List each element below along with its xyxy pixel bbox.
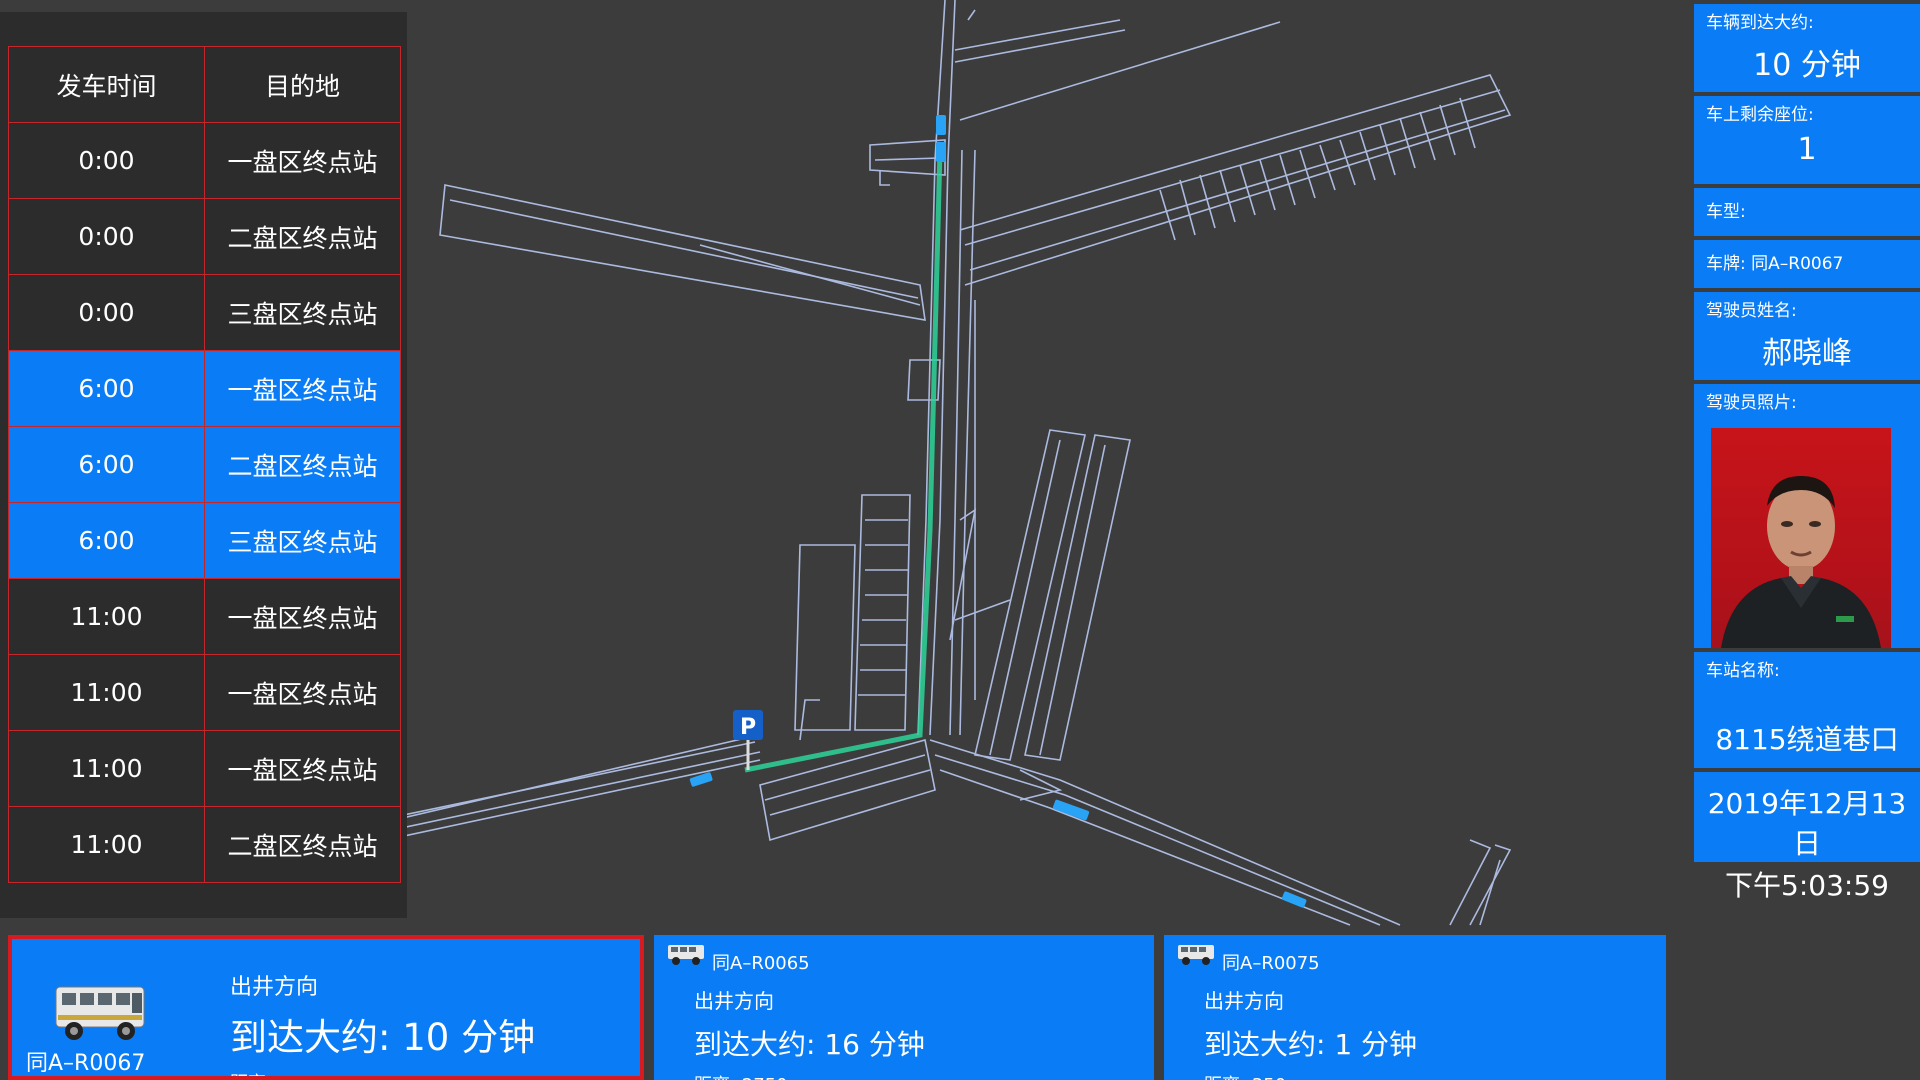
bus-distance: 距离: 2750 bbox=[694, 1071, 788, 1080]
schedule-time-cell: 6:00 bbox=[8, 502, 205, 579]
schedule-time-cell: 0:00 bbox=[8, 198, 205, 275]
driver-portrait-image bbox=[1721, 476, 1881, 648]
date-text: 2019年12月13日 bbox=[1707, 787, 1907, 860]
schedule-time-cell: 11:00 bbox=[8, 654, 205, 731]
station-name: 8115绕道巷口 bbox=[1715, 723, 1899, 756]
schedule-time-cell: 0:00 bbox=[8, 122, 205, 199]
schedule-time-cell: 0:00 bbox=[8, 274, 205, 351]
seats-card: 车上剩余座位: 1 bbox=[1694, 96, 1920, 184]
driver-photo-card: 驾驶员照片: bbox=[1694, 384, 1920, 648]
header-departure-time: 发车时间 bbox=[8, 46, 205, 123]
schedule-destination-cell: 二盘区终点站 bbox=[204, 806, 401, 883]
bus-icon bbox=[668, 945, 704, 965]
schedule-destination-cell: 一盘区终点站 bbox=[204, 122, 401, 199]
station-card: 车站名称: 8115绕道巷口 bbox=[1694, 652, 1920, 768]
driver-name: 郝晓峰 bbox=[1762, 336, 1852, 371]
schedule-time-cell: 11:00 bbox=[8, 730, 205, 807]
time-text: 下午5:03:59 bbox=[1725, 869, 1889, 902]
arrival-value: 10 分钟 bbox=[1753, 48, 1861, 83]
bus-distance: 距离: 350 bbox=[1204, 1071, 1286, 1080]
schedule-row[interactable]: 11:00 一盘区终点站 bbox=[8, 654, 401, 731]
bus-arrival: 到达大约: 1 分钟 bbox=[1204, 1028, 1418, 1061]
header-destination: 目的地 bbox=[204, 46, 401, 123]
bus-distance: 距离: 1040 bbox=[230, 1069, 324, 1076]
driver-label: 驾驶员姓名: bbox=[1706, 301, 1797, 321]
schedule-destination-cell: 一盘区终点站 bbox=[204, 350, 401, 427]
bus-direction: 出井方向 bbox=[1204, 989, 1284, 1013]
schedule-row[interactable]: 6:00 二盘区终点站 bbox=[8, 426, 401, 503]
schedule-time-cell: 6:00 bbox=[8, 426, 205, 503]
schedule-time-cell: 11:00 bbox=[8, 806, 205, 883]
driver-photo bbox=[1711, 428, 1891, 648]
bus-card[interactable]: 同A–R0075 出井方向 到达大约: 1 分钟 距离: 350 bbox=[1164, 935, 1666, 1080]
arrival-card: 车辆到达大约: 10 分钟 bbox=[1694, 4, 1920, 92]
schedule-row[interactable]: 11:00 二盘区终点站 bbox=[8, 806, 401, 883]
schedule-destination-cell: 一盘区终点站 bbox=[204, 654, 401, 731]
driver-photo-label: 驾驶员照片: bbox=[1706, 393, 1797, 413]
schedule-destination-cell: 三盘区终点站 bbox=[204, 502, 401, 579]
dispatch-screen: P 发车时间 目的地 0:00 一盘区终点站 0:00 二盘区终点站 0:00 三盘区终点… bbox=[0, 0, 1920, 1080]
bus-plate: 同A–R0067 bbox=[26, 1051, 146, 1076]
station-label: 车站名称: bbox=[1706, 661, 1780, 681]
arrival-label: 车辆到达大约: bbox=[1706, 13, 1814, 33]
seats-value: 1 bbox=[1797, 132, 1817, 167]
vehicle-marker[interactable] bbox=[936, 142, 946, 162]
schedule-body: 0:00 一盘区终点站 0:00 二盘区终点站 0:00 三盘区终点站 6:00 一盘区终点站… bbox=[8, 122, 401, 883]
schedule-destination-cell: 二盘区终点站 bbox=[204, 198, 401, 275]
schedule-row[interactable]: 11:00 一盘区终点站 bbox=[8, 578, 401, 655]
schedule-time-cell: 11:00 bbox=[8, 578, 205, 655]
bus-icon bbox=[1178, 945, 1214, 965]
seats-label: 车上剩余座位: bbox=[1706, 105, 1814, 125]
schedule-table: 发车时间 目的地 0:00 一盘区终点站 0:00 二盘区终点站 0:00 三盘区终点站 6… bbox=[8, 46, 401, 883]
schedule-row[interactable]: 0:00 一盘区终点站 bbox=[8, 122, 401, 199]
bus-card-selected[interactable]: 同A–R0067 出井方向 到达大约: 10 分钟 距离: 1040 bbox=[8, 935, 644, 1080]
tunnel-lines bbox=[244, 0, 1512, 926]
schedule-destination-cell: 三盘区终点站 bbox=[204, 274, 401, 351]
schedule-time-cell: 6:00 bbox=[8, 350, 205, 427]
bus-icon bbox=[55, 986, 145, 1040]
parking-label: P bbox=[740, 715, 756, 740]
bus-card[interactable]: 同A–R0065 出井方向 到达大约: 16 分钟 距离: 2750 bbox=[654, 935, 1154, 1080]
bus-arrival: 到达大约: 16 分钟 bbox=[694, 1028, 925, 1061]
vehicle-type-card: 车型: bbox=[1694, 188, 1920, 236]
route-path bbox=[744, 149, 943, 773]
bus-plate: 同A–R0075 bbox=[1222, 953, 1320, 974]
driver-card: 驾驶员姓名: 郝晓峰 bbox=[1694, 292, 1920, 380]
schedule-row[interactable]: 6:00 一盘区终点站 bbox=[8, 350, 401, 427]
schedule-destination-cell: 一盘区终点站 bbox=[204, 578, 401, 655]
bus-arrival: 到达大约: 10 分钟 bbox=[230, 1016, 536, 1059]
schedule-row[interactable]: 0:00 三盘区终点站 bbox=[8, 274, 401, 351]
schedule-destination-cell: 一盘区终点站 bbox=[204, 730, 401, 807]
schedule-panel: 发车时间 目的地 0:00 一盘区终点站 0:00 二盘区终点站 0:00 三盘区终点站 6… bbox=[0, 12, 407, 918]
datetime-card: 2019年12月13日 下午5:03:59 bbox=[1694, 772, 1920, 902]
vehicle-type-label: 车型: bbox=[1706, 202, 1746, 222]
vehicle-marker[interactable] bbox=[936, 115, 946, 135]
schedule-destination-cell: 二盘区终点站 bbox=[204, 426, 401, 503]
plate-card: 车牌: 同A–R0067 bbox=[1694, 240, 1920, 288]
bus-direction: 出井方向 bbox=[230, 975, 319, 1000]
bus-plate: 同A–R0065 bbox=[712, 953, 810, 974]
schedule-header-row: 发车时间 目的地 bbox=[8, 46, 401, 123]
plate-label: 车牌: 同A–R0067 bbox=[1706, 254, 1844, 274]
bus-direction: 出井方向 bbox=[694, 989, 774, 1013]
schedule-row[interactable]: 11:00 一盘区终点站 bbox=[8, 730, 401, 807]
schedule-row[interactable]: 6:00 三盘区终点站 bbox=[8, 502, 401, 579]
schedule-row[interactable]: 0:00 二盘区终点站 bbox=[8, 198, 401, 275]
